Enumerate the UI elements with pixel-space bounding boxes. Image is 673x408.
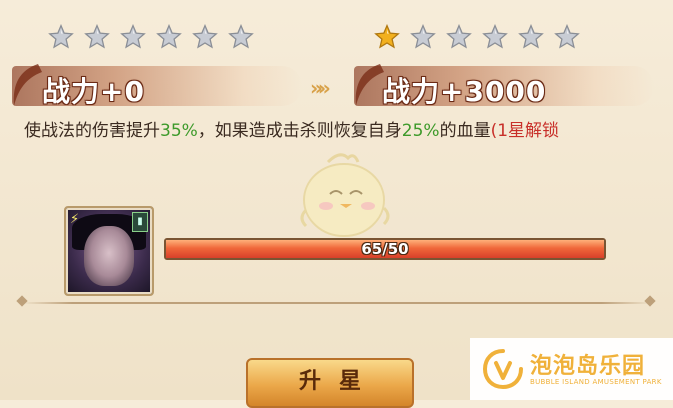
desc-unlock-note: (1星解锁 [490,121,560,141]
desc-text-2: ，如果造成击杀则恢复自身 [197,121,402,141]
star-empty-icon [228,24,254,50]
progress-text: 65/50 [361,240,409,258]
upgrade-arrows-icon: » » [310,76,331,100]
next-power-label: 战力+3000 [382,75,547,108]
star-filled-icon [374,24,400,50]
next-star-row [374,24,580,50]
star-empty-icon [120,24,146,50]
portrait-face [84,226,134,286]
hero-badge-icon: ▮ [132,212,148,232]
divider-diamond-left [16,295,28,307]
star-empty-icon [192,24,218,50]
bubble-island-logo-icon [482,349,523,390]
star-empty-icon [410,24,436,50]
desc-heal-value: 25% [401,121,440,141]
hero-portrait[interactable]: ⚡ ▮ [64,206,154,296]
lightning-icon: ⚡ [70,212,80,227]
star-empty-icon [518,24,544,50]
watermark-subtitle: BUBBLE ISLAND AMUSEMENT PARK [530,378,662,386]
divider-diamond-right [644,295,656,307]
desc-text-1: 使战法的伤害提升 [24,121,160,141]
star-empty-icon [554,24,580,50]
star-empty-icon [84,24,110,50]
mascot-chick-icon [300,153,390,237]
section-divider [22,302,652,304]
desc-text-3: 的血量 [439,121,491,141]
star-empty-icon [446,24,472,50]
star-empty-icon [156,24,182,50]
current-power-label: 战力+0 [42,75,145,108]
star-fragment-progress: 65/50 [164,238,606,260]
star-empty-icon [482,24,508,50]
skill-description: 使战法的伤害提升35%，如果造成击杀则恢复自身25%的血量(1星解锁 [24,118,654,144]
desc-damage-value: 35% [160,121,198,141]
watermark-title: 泡泡岛乐园 [530,354,646,379]
star-empty-icon [48,24,74,50]
current-star-row [48,24,254,50]
upgrade-star-button[interactable]: 升星 [246,358,414,408]
